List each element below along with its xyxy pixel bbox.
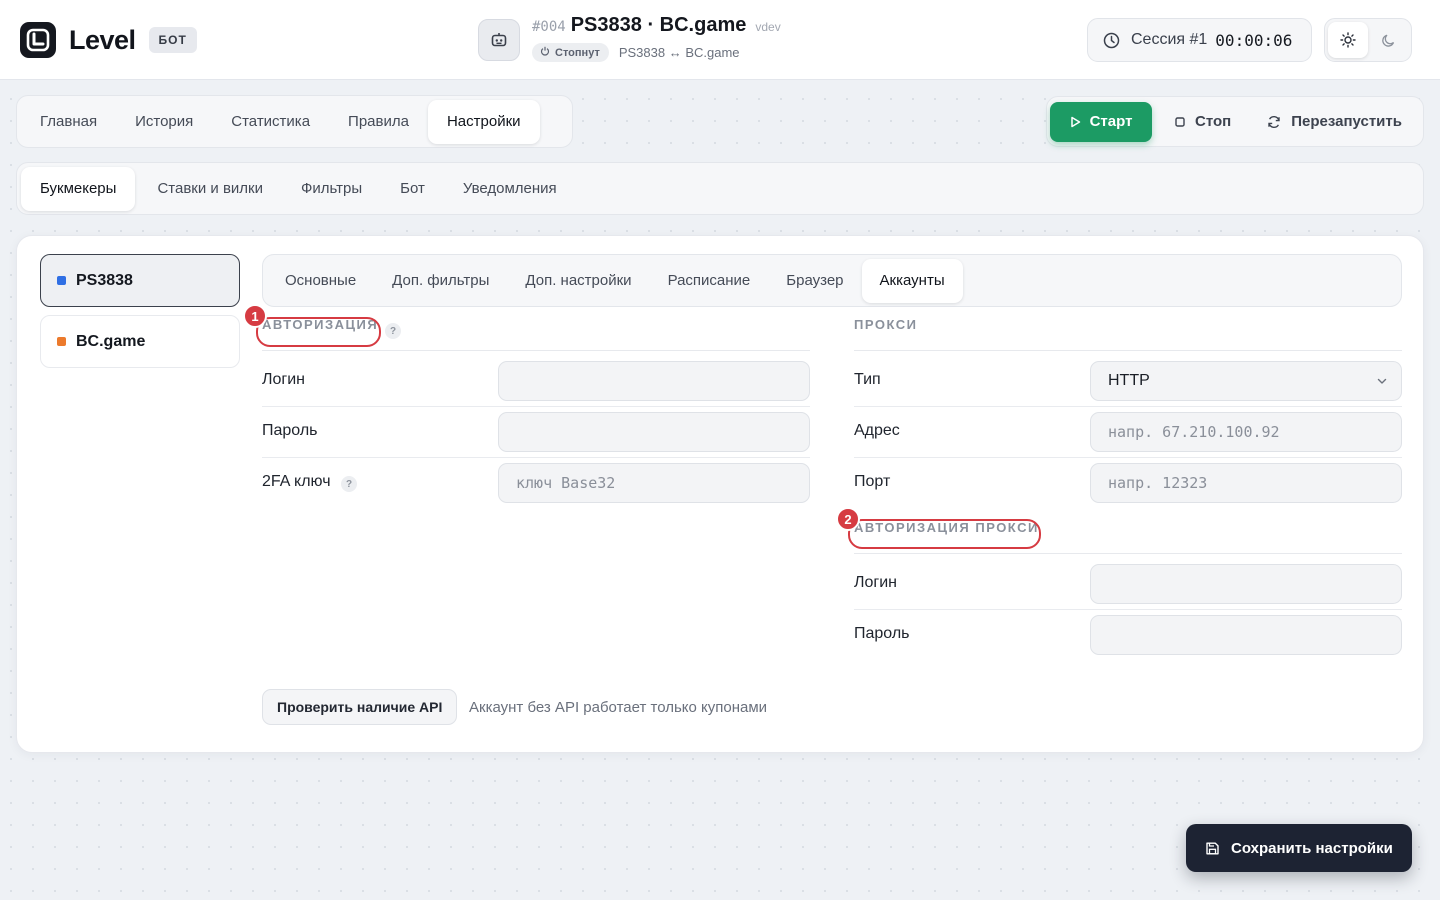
save-icon [1205, 841, 1220, 856]
status-text: Стопнут [555, 46, 600, 59]
tab-home[interactable]: Главная [21, 100, 116, 144]
moon-icon [1381, 34, 1394, 47]
status-badge: Стопнут [532, 43, 609, 62]
theme-dark-button[interactable] [1368, 22, 1408, 58]
tab-rules[interactable]: Правила [329, 100, 428, 144]
logo-icon [20, 22, 56, 58]
tab-extra-settings[interactable]: Доп. настройки [507, 259, 649, 303]
pair-label: PS3838 ↔ BC.game [618, 45, 740, 60]
bookmaker-name: BC.game [76, 332, 146, 350]
tab-extra-filters[interactable]: Доп. фильтры [374, 259, 507, 303]
power-icon [540, 46, 550, 59]
auth-login-label: Логин [262, 371, 306, 388]
proxy-login-label: Логин [854, 574, 898, 591]
tab-bookmakers[interactable]: Букмекеры [21, 166, 136, 211]
tab-accounts[interactable]: Аккаунты [861, 258, 963, 303]
theme-toggle[interactable] [1324, 18, 1412, 62]
chevron-down-icon [1376, 375, 1388, 387]
theme-light-button[interactable] [1328, 22, 1368, 58]
auth-login-row: Логин [262, 356, 810, 407]
proxy-type-value: HTTP [1108, 372, 1150, 389]
twofa-label: 2FA ключ [262, 473, 331, 490]
check-api-button[interactable]: Проверить наличие API [262, 689, 458, 725]
sun-icon [1340, 32, 1356, 48]
bookmaker-item-bcgame[interactable]: BC.game [40, 315, 240, 368]
tab-browser[interactable]: Браузер [768, 259, 861, 303]
tab-bot[interactable]: Бот [381, 167, 444, 211]
bookmaker-item-ps3838[interactable]: PS3838 [40, 254, 240, 307]
play-icon [1070, 116, 1081, 128]
robot-icon [491, 33, 507, 47]
highlight-auth [256, 317, 381, 347]
tab-settings[interactable]: Настройки [427, 99, 540, 144]
clock-icon [1103, 32, 1120, 49]
tab-bets-forks[interactable]: Ставки и вилки [138, 167, 282, 211]
auth-password-input[interactable] [498, 412, 810, 452]
settings-card: PS3838 BC.game Основные Доп. фильтры Доп… [16, 235, 1424, 753]
auth-password-label: Пароль [262, 422, 318, 439]
tab-notifications[interactable]: Уведомления [444, 167, 576, 211]
main-nav: Главная История Статистика Правила Настр… [16, 95, 573, 148]
top-bar: Level БОТ #004 PS3838 · BC.game vdev Сто… [0, 0, 1440, 80]
proxy-address-input[interactable]: напр. 67.210.100.92 [1090, 412, 1402, 452]
tab-filters[interactable]: Фильтры [282, 167, 381, 211]
bookmaker-tabs: Основные Доп. фильтры Доп. настройки Рас… [262, 254, 1402, 307]
restart-label: Перезапустить [1291, 113, 1402, 130]
proxy-section-header: ПРОКСИ [854, 309, 1402, 351]
app-name: Level [69, 24, 136, 55]
marker-badge-2: 2 [836, 507, 860, 531]
tab-schedule[interactable]: Расписание [650, 259, 769, 303]
session-label: Сессия #1 [1131, 31, 1208, 48]
bookmaker-color-dot [57, 337, 66, 346]
proxy-password-input[interactable] [1090, 615, 1402, 655]
stop-icon [1175, 116, 1185, 127]
app-logo[interactable]: Level БОТ [20, 22, 197, 58]
tab-basic[interactable]: Основные [267, 259, 374, 303]
restart-button[interactable]: Перезапустить [1267, 102, 1402, 142]
proxy-port-label: Порт [854, 473, 891, 490]
proxy-login-row: Логин [854, 559, 1402, 610]
bot-id: #004 [532, 19, 566, 35]
start-label: Старт [1089, 113, 1133, 130]
proxy-type-row: Тип HTTP [854, 356, 1402, 407]
refresh-icon [1267, 115, 1281, 129]
bot-title-block: #004 PS3838 · BC.game vdev Стопнут PS383… [532, 14, 781, 62]
twofa-key-input[interactable]: ключ Base32 [498, 463, 810, 503]
marker-badge-1: 1 [243, 304, 267, 328]
stop-button[interactable]: Стоп [1175, 102, 1231, 142]
auth-password-row: Пароль [262, 407, 810, 458]
proxy-password-label: Пароль [854, 625, 910, 642]
session-timer: 00:00:06 [1215, 30, 1293, 50]
tab-history[interactable]: История [116, 100, 212, 144]
auth-login-input[interactable] [498, 361, 810, 401]
proxy-login-input[interactable] [1090, 564, 1402, 604]
proxy-section-title: ПРОКСИ [854, 317, 918, 332]
proxy-address-row: Адрес напр. 67.210.100.92 [854, 407, 1402, 458]
proxy-type-label: Тип [854, 371, 881, 388]
auth-2fa-row: 2FA ключ ? ключ Base32 [262, 458, 810, 509]
help-icon[interactable]: ? [385, 323, 401, 339]
save-label: Сохранить настройки [1231, 839, 1393, 857]
bot-title: PS3838 · BC.game [570, 14, 747, 36]
api-note: Аккаунт без API работает только купонами [469, 699, 768, 716]
env-label: vdev [755, 20, 781, 34]
proxy-port-input[interactable]: напр. 12323 [1090, 463, 1402, 503]
save-settings-button[interactable]: Сохранить настройки [1186, 824, 1412, 872]
app-badge: БОТ [148, 27, 197, 53]
proxy-port-row: Порт напр. 12323 [854, 458, 1402, 509]
tab-statistics[interactable]: Статистика [212, 100, 329, 144]
stop-label: Стоп [1195, 113, 1232, 130]
proxy-password-row: Пароль [854, 610, 1402, 661]
bookmaker-name: PS3838 [76, 271, 133, 289]
start-button[interactable]: Старт [1050, 101, 1152, 142]
proxy-type-select[interactable]: HTTP [1090, 361, 1402, 401]
bot-controls: Старт Стоп Перезапустить [1046, 96, 1424, 147]
settings-nav: Букмекеры Ставки и вилки Фильтры Бот Уве… [16, 162, 1424, 215]
help-icon[interactable]: ? [341, 476, 357, 492]
session-indicator: Сессия #1 00:00:06 [1087, 18, 1312, 62]
bookmaker-color-dot [57, 276, 66, 285]
proxy-address-label: Адрес [854, 422, 900, 439]
highlight-proxy-auth [848, 519, 1041, 549]
bot-button[interactable] [478, 19, 520, 61]
